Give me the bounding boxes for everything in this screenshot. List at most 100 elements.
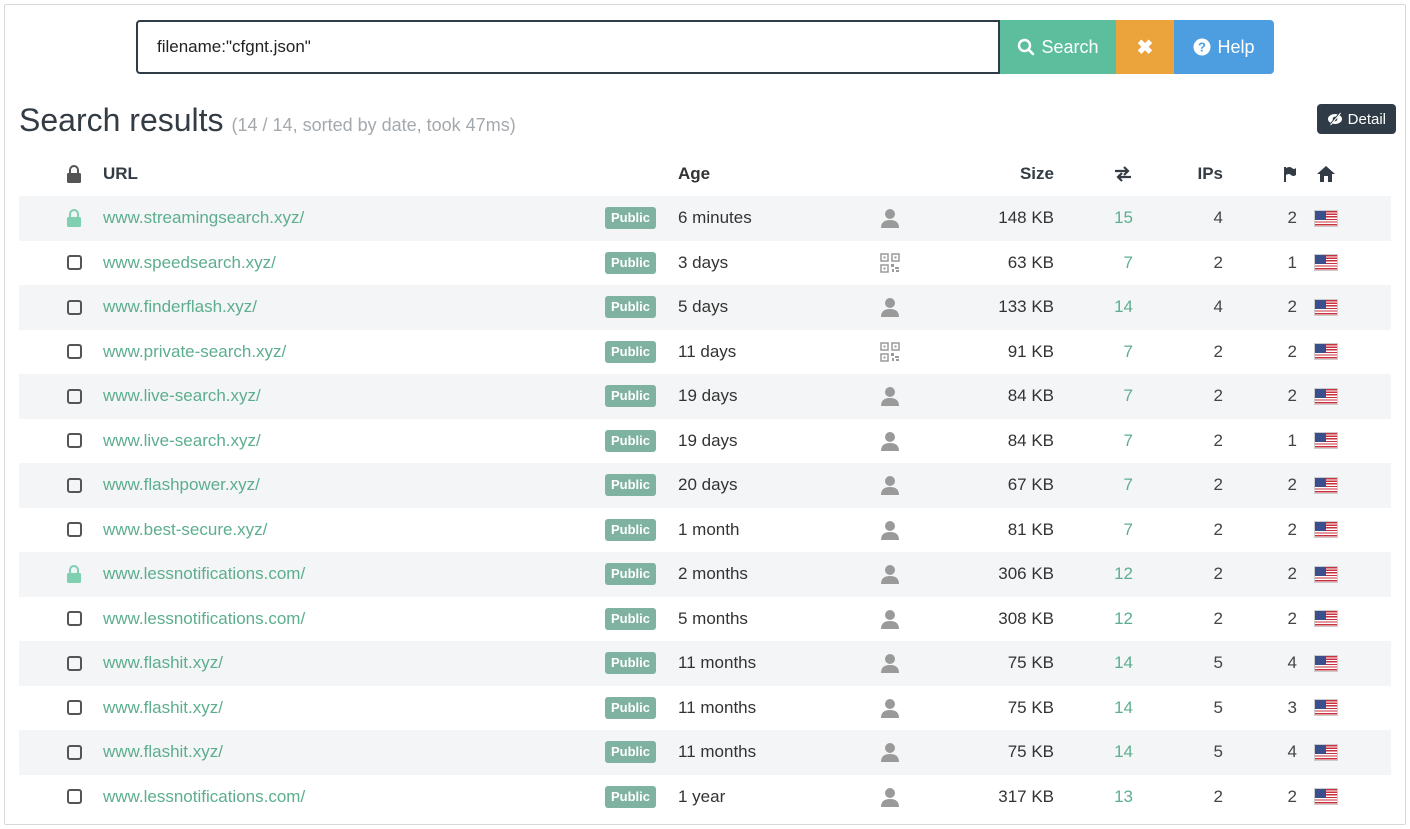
checkbox-icon [66, 477, 82, 493]
us-flag-icon [1314, 743, 1338, 761]
help-button[interactable]: ? Help [1174, 20, 1274, 74]
flags-value: 2 [1287, 608, 1297, 628]
search-button[interactable]: Search [1000, 20, 1116, 74]
size-value: 317 KB [998, 786, 1054, 806]
result-url-link[interactable]: www.best-secure.xyz/ [103, 508, 267, 553]
ips-value: 2 [1213, 519, 1223, 539]
table-row[interactable]: www.live-search.xyz/Public 19 days 84 KB 7 2… [19, 374, 1391, 419]
public-badge: Public [605, 652, 657, 675]
checkbox-icon [66, 388, 82, 404]
column-ips[interactable]: IPs [1169, 152, 1223, 196]
size-value: 84 KB [1007, 430, 1054, 450]
row-checkbox[interactable] [63, 463, 85, 508]
result-url-link[interactable]: www.speedsearch.xyz/ [103, 241, 276, 286]
table-row[interactable]: www.best-secure.xyz/Public 1 month 81 KB 7 2… [19, 508, 1391, 553]
column-url[interactable]: URL [103, 152, 138, 196]
requests-value: 7 [1123, 386, 1133, 406]
table-row[interactable]: www.lessnotifications.com/Public 2 months… [19, 552, 1391, 597]
row-checkbox[interactable] [63, 597, 85, 642]
detail-button[interactable]: Detail [1316, 104, 1396, 134]
result-url-link[interactable]: www.lessnotifications.com/ [103, 597, 305, 642]
size-value: 81 KB [1007, 519, 1054, 539]
row-checkbox[interactable] [63, 641, 85, 686]
column-age[interactable]: Age [678, 152, 710, 196]
result-url-link[interactable]: www.live-search.xyz/ [103, 374, 261, 419]
row-checkbox[interactable] [63, 419, 85, 464]
requests-value: 15 [1114, 208, 1133, 228]
result-url-link[interactable]: www.private-search.xyz/ [103, 330, 286, 375]
home-icon [1313, 152, 1339, 196]
table-row[interactable]: www.lessnotifications.com/Public 1 year 31… [19, 775, 1391, 820]
us-flag-icon [1314, 209, 1338, 227]
result-url-link[interactable]: www.flashit.xyz/ [103, 730, 223, 775]
age-value: 19 days [678, 430, 738, 450]
table-row[interactable]: www.flashit.xyz/Public 11 months 75 KB 14 5 4 [19, 730, 1391, 775]
column-size[interactable]: Size [919, 152, 1054, 196]
age-value: 1 year [678, 786, 726, 806]
size-value: 306 KB [998, 564, 1054, 584]
result-url-link[interactable]: www.flashpower.xyz/ [103, 463, 260, 508]
visibility-badge-cell: Public [605, 374, 657, 419]
requests-value: 7 [1123, 519, 1133, 539]
country-cell [1313, 330, 1339, 375]
row-checkbox[interactable] [63, 241, 85, 286]
table-row[interactable]: www.finderflash.xyz/Public 5 days 133 KB 14… [19, 285, 1391, 330]
result-url-link[interactable]: www.flashit.xyz/ [103, 641, 223, 686]
table-row[interactable]: www.speedsearch.xyz/Public 3 days 63 KB 7 2 1 [19, 241, 1391, 286]
table-row[interactable]: www.live-search.xyz/Public 19 days 84 KB 7 2… [19, 419, 1391, 464]
country-cell [1313, 196, 1339, 241]
row-checkbox[interactable] [63, 285, 85, 330]
row-checkbox[interactable] [63, 330, 85, 375]
requests-value: 14 [1114, 697, 1133, 717]
country-cell [1313, 374, 1339, 419]
flags-value: 1 [1287, 430, 1297, 450]
visibility-badge-cell: Public [605, 641, 657, 686]
requests-value: 14 [1114, 742, 1133, 762]
row-checkbox[interactable] [63, 686, 85, 731]
qrcode-icon [877, 241, 903, 286]
public-badge: Public [605, 251, 657, 274]
row-checkbox[interactable] [63, 508, 85, 553]
clear-button[interactable]: ✖ [1116, 20, 1174, 74]
search-input[interactable] [136, 20, 1000, 74]
public-badge: Public [605, 563, 657, 586]
result-url-link[interactable]: www.lessnotifications.com/ [103, 775, 305, 820]
age-value: 3 days [678, 252, 729, 272]
public-badge: Public [605, 607, 657, 630]
us-flag-icon [1314, 432, 1338, 450]
table-row[interactable]: www.flashit.xyz/Public 11 months 75 KB 14 5 4 [19, 641, 1391, 686]
requests-value: 7 [1123, 475, 1133, 495]
row-checkbox[interactable] [63, 730, 85, 775]
result-url-link[interactable]: www.flashit.xyz/ [103, 686, 223, 731]
flags-value: 2 [1287, 564, 1297, 584]
user-icon [877, 552, 903, 597]
user-icon [877, 374, 903, 419]
table-row[interactable]: www.flashpower.xyz/Public 20 days 67 KB 7 2 2 [19, 463, 1391, 508]
country-cell [1313, 241, 1339, 286]
table-header: URL Age Size IPs [19, 152, 1391, 196]
public-badge: Public [605, 696, 657, 719]
checkbox-icon [66, 522, 82, 538]
requests-value: 13 [1114, 786, 1133, 806]
table-row[interactable]: www.flashit.xyz/Public 11 months 75 KB 14 5 3 [19, 686, 1391, 731]
visibility-badge-cell: Public [605, 597, 657, 642]
checkbox-icon [66, 611, 82, 627]
size-value: 75 KB [1007, 697, 1054, 717]
table-row[interactable]: www.private-search.xyz/Public 11 days 91 K… [19, 330, 1391, 375]
us-flag-icon [1314, 565, 1338, 583]
checkbox-icon [66, 655, 82, 671]
svg-text:?: ? [1199, 40, 1207, 55]
visibility-badge-cell: Public [605, 508, 657, 553]
table-row[interactable]: www.streamingsearch.xyz/Public 6 minutes 1… [19, 196, 1391, 241]
result-url-link[interactable]: www.finderflash.xyz/ [103, 285, 257, 330]
table-row[interactable]: www.lessnotifications.com/Public 5 months… [19, 597, 1391, 642]
result-url-link[interactable]: www.live-search.xyz/ [103, 419, 261, 464]
ips-value: 5 [1213, 742, 1223, 762]
search-bar: Search ✖ ? Help [136, 20, 1274, 74]
result-url-link[interactable]: www.lessnotifications.com/ [103, 552, 305, 597]
exchange-icon [1089, 152, 1133, 196]
result-url-link[interactable]: www.streamingsearch.xyz/ [103, 196, 304, 241]
row-checkbox[interactable] [63, 374, 85, 419]
ips-value: 2 [1213, 341, 1223, 361]
row-checkbox[interactable] [63, 775, 85, 820]
